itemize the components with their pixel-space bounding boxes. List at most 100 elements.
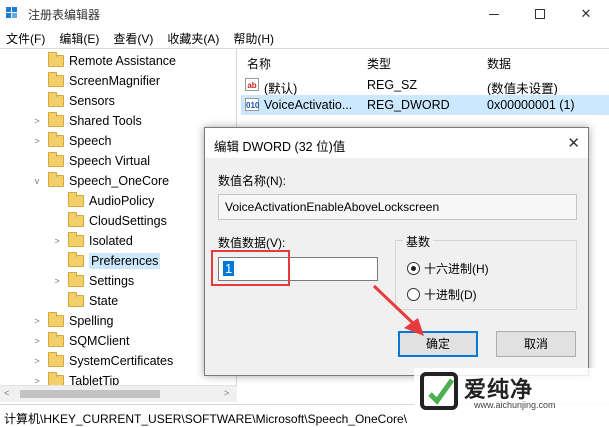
- edit-dword-dialog: 编辑 DWORD (32 位)值 ✕ 数值名称(N): VoiceActivat…: [204, 127, 589, 376]
- column-header-name[interactable]: 名称: [247, 55, 271, 72]
- tree-item-label: Speech: [69, 134, 112, 148]
- folder-icon: [48, 92, 64, 107]
- hex-radio-label: 十六进制(H): [424, 262, 489, 276]
- value-name-field: VoiceActivationEnableAboveLockscreen: [218, 194, 577, 220]
- folder-icon: [68, 212, 84, 227]
- collapse-chevron-icon[interactable]: v: [32, 176, 42, 186]
- watermark-logo-icon: [420, 372, 458, 410]
- tree-item-label: Settings: [89, 274, 135, 288]
- tree-item[interactable]: > SQMClient: [32, 331, 129, 351]
- expand-chevron-icon[interactable]: >: [32, 316, 42, 326]
- minimize-button[interactable]: [471, 0, 517, 28]
- tree-item[interactable]: > Spelling: [32, 311, 113, 331]
- folder-icon: [48, 332, 64, 347]
- tree-item-label: CloudSettings: [89, 214, 167, 228]
- tree-item[interactable]: > Shared Tools: [32, 111, 142, 131]
- tree-item-label: AudioPolicy: [89, 194, 155, 208]
- menu-file[interactable]: 文件(F): [6, 30, 45, 47]
- expand-chevron-icon[interactable]: >: [32, 136, 42, 146]
- tree-item-label: Remote Assistance: [69, 54, 176, 68]
- tree-item-label: Spelling: [69, 314, 114, 328]
- value-type: REG_SZ: [367, 78, 418, 92]
- maximize-button[interactable]: [517, 0, 563, 28]
- value-name-label: 数值名称(N):: [218, 174, 286, 188]
- tree-item[interactable]: > SystemCertificates: [32, 351, 173, 371]
- tree-item-label: Speech_OneCore: [69, 174, 170, 188]
- tree-item[interactable]: > Settings: [52, 271, 134, 291]
- tree-horizontal-scrollbar[interactable]: < >: [0, 385, 237, 402]
- ok-button[interactable]: 确定: [398, 331, 478, 357]
- maximize-icon: [535, 9, 545, 19]
- tree-item[interactable]: Preferences: [52, 251, 161, 271]
- tree-item[interactable]: ScreenMagnifier: [32, 71, 160, 91]
- tree-item[interactable]: Speech Virtual: [32, 151, 150, 171]
- expand-chevron-icon[interactable]: >: [32, 116, 42, 126]
- folder-icon: [48, 72, 64, 87]
- window-title: 注册表编辑器: [28, 8, 101, 22]
- expand-chevron-icon[interactable]: >: [52, 276, 62, 286]
- menu-edit[interactable]: 编辑(E): [59, 30, 99, 47]
- tree-item[interactable]: Remote Assistance: [32, 51, 176, 71]
- radio-unselected-icon: [407, 288, 420, 301]
- expand-chevron-icon[interactable]: >: [52, 236, 62, 246]
- folder-icon: [48, 52, 64, 67]
- value-name: VoiceActivatio...: [264, 98, 353, 112]
- dialog-title: 编辑 DWORD (32 位)值: [214, 140, 346, 154]
- tree-item[interactable]: AudioPolicy: [52, 191, 154, 211]
- tree-item[interactable]: State: [52, 291, 118, 311]
- base-label: 基数: [403, 233, 434, 250]
- dialog-close-icon[interactable]: ✕: [567, 134, 580, 152]
- value-data-label: 数值数据(V):: [218, 236, 286, 250]
- minimize-icon: [489, 13, 499, 15]
- tree-item-label: SQMClient: [69, 334, 130, 348]
- hex-radio[interactable]: 十六进制(H): [407, 260, 489, 277]
- tree-item-label: Preferences: [89, 253, 161, 269]
- column-header-data[interactable]: 数据: [487, 55, 511, 72]
- highlight-box: [211, 250, 290, 286]
- decimal-radio-label: 十进制(D): [424, 288, 477, 302]
- regedit-app-icon: [6, 7, 20, 21]
- menu-bar: 文件(F) 编辑(E) 查看(V) 收藏夹(A) 帮助(H): [0, 28, 609, 48]
- column-header-type[interactable]: 类型: [367, 55, 391, 72]
- folder-icon: [48, 172, 64, 187]
- close-button[interactable]: ✕: [563, 0, 609, 28]
- registry-tree[interactable]: Remote Assistance ScreenMagnifier Sensors >…: [0, 49, 237, 402]
- folder-icon: [68, 272, 84, 287]
- dialog-title-bar: 编辑 DWORD (32 位)值 ✕: [205, 128, 588, 158]
- menu-favorites[interactable]: 收藏夹(A): [167, 30, 219, 47]
- dword-value-icon: 010: [245, 98, 259, 111]
- list-header: 名称 类型 数据: [241, 51, 609, 73]
- tree-item[interactable]: Sensors: [32, 91, 115, 111]
- expand-chevron-icon[interactable]: >: [32, 356, 42, 366]
- close-icon: ✕: [580, 6, 592, 21]
- expand-chevron-icon[interactable]: >: [32, 336, 42, 346]
- folder-icon: [68, 292, 84, 307]
- scrollbar-thumb[interactable]: [20, 390, 160, 398]
- folder-icon: [48, 152, 64, 167]
- list-row-selected[interactable]: 010 VoiceActivatio... REG_DWORD 0x000000…: [241, 95, 609, 115]
- tree-item-label: ScreenMagnifier: [69, 74, 161, 88]
- value-type: REG_DWORD: [367, 98, 450, 112]
- tree-item-label: Speech Virtual: [69, 154, 151, 168]
- tree-item[interactable]: > Speech: [32, 131, 111, 151]
- tree-item-label: State: [89, 294, 119, 308]
- list-row[interactable]: ab (默认) REG_SZ (数值未设置): [241, 75, 609, 96]
- tree-item-label: SystemCertificates: [69, 354, 174, 368]
- cancel-button[interactable]: 取消: [496, 331, 576, 357]
- scroll-left-icon[interactable]: <: [4, 388, 9, 398]
- folder-icon: [68, 252, 84, 267]
- watermark-url: www.aichunjing.com: [474, 400, 556, 410]
- folder-icon: [48, 312, 64, 327]
- tree-item-label: Sensors: [69, 94, 115, 108]
- tree-item[interactable]: v Speech_OneCore: [32, 171, 169, 191]
- string-value-icon: ab: [245, 78, 259, 91]
- tree-item[interactable]: CloudSettings: [52, 211, 167, 231]
- tree-item[interactable]: > Isolated: [52, 231, 133, 251]
- folder-icon: [68, 192, 84, 207]
- menu-help[interactable]: 帮助(H): [233, 30, 274, 47]
- folder-icon: [68, 232, 84, 247]
- scroll-right-icon[interactable]: >: [224, 388, 229, 398]
- decimal-radio[interactable]: 十进制(D): [407, 286, 477, 303]
- menu-view[interactable]: 查看(V): [113, 30, 153, 47]
- value-data: 0x00000001 (1): [487, 98, 575, 112]
